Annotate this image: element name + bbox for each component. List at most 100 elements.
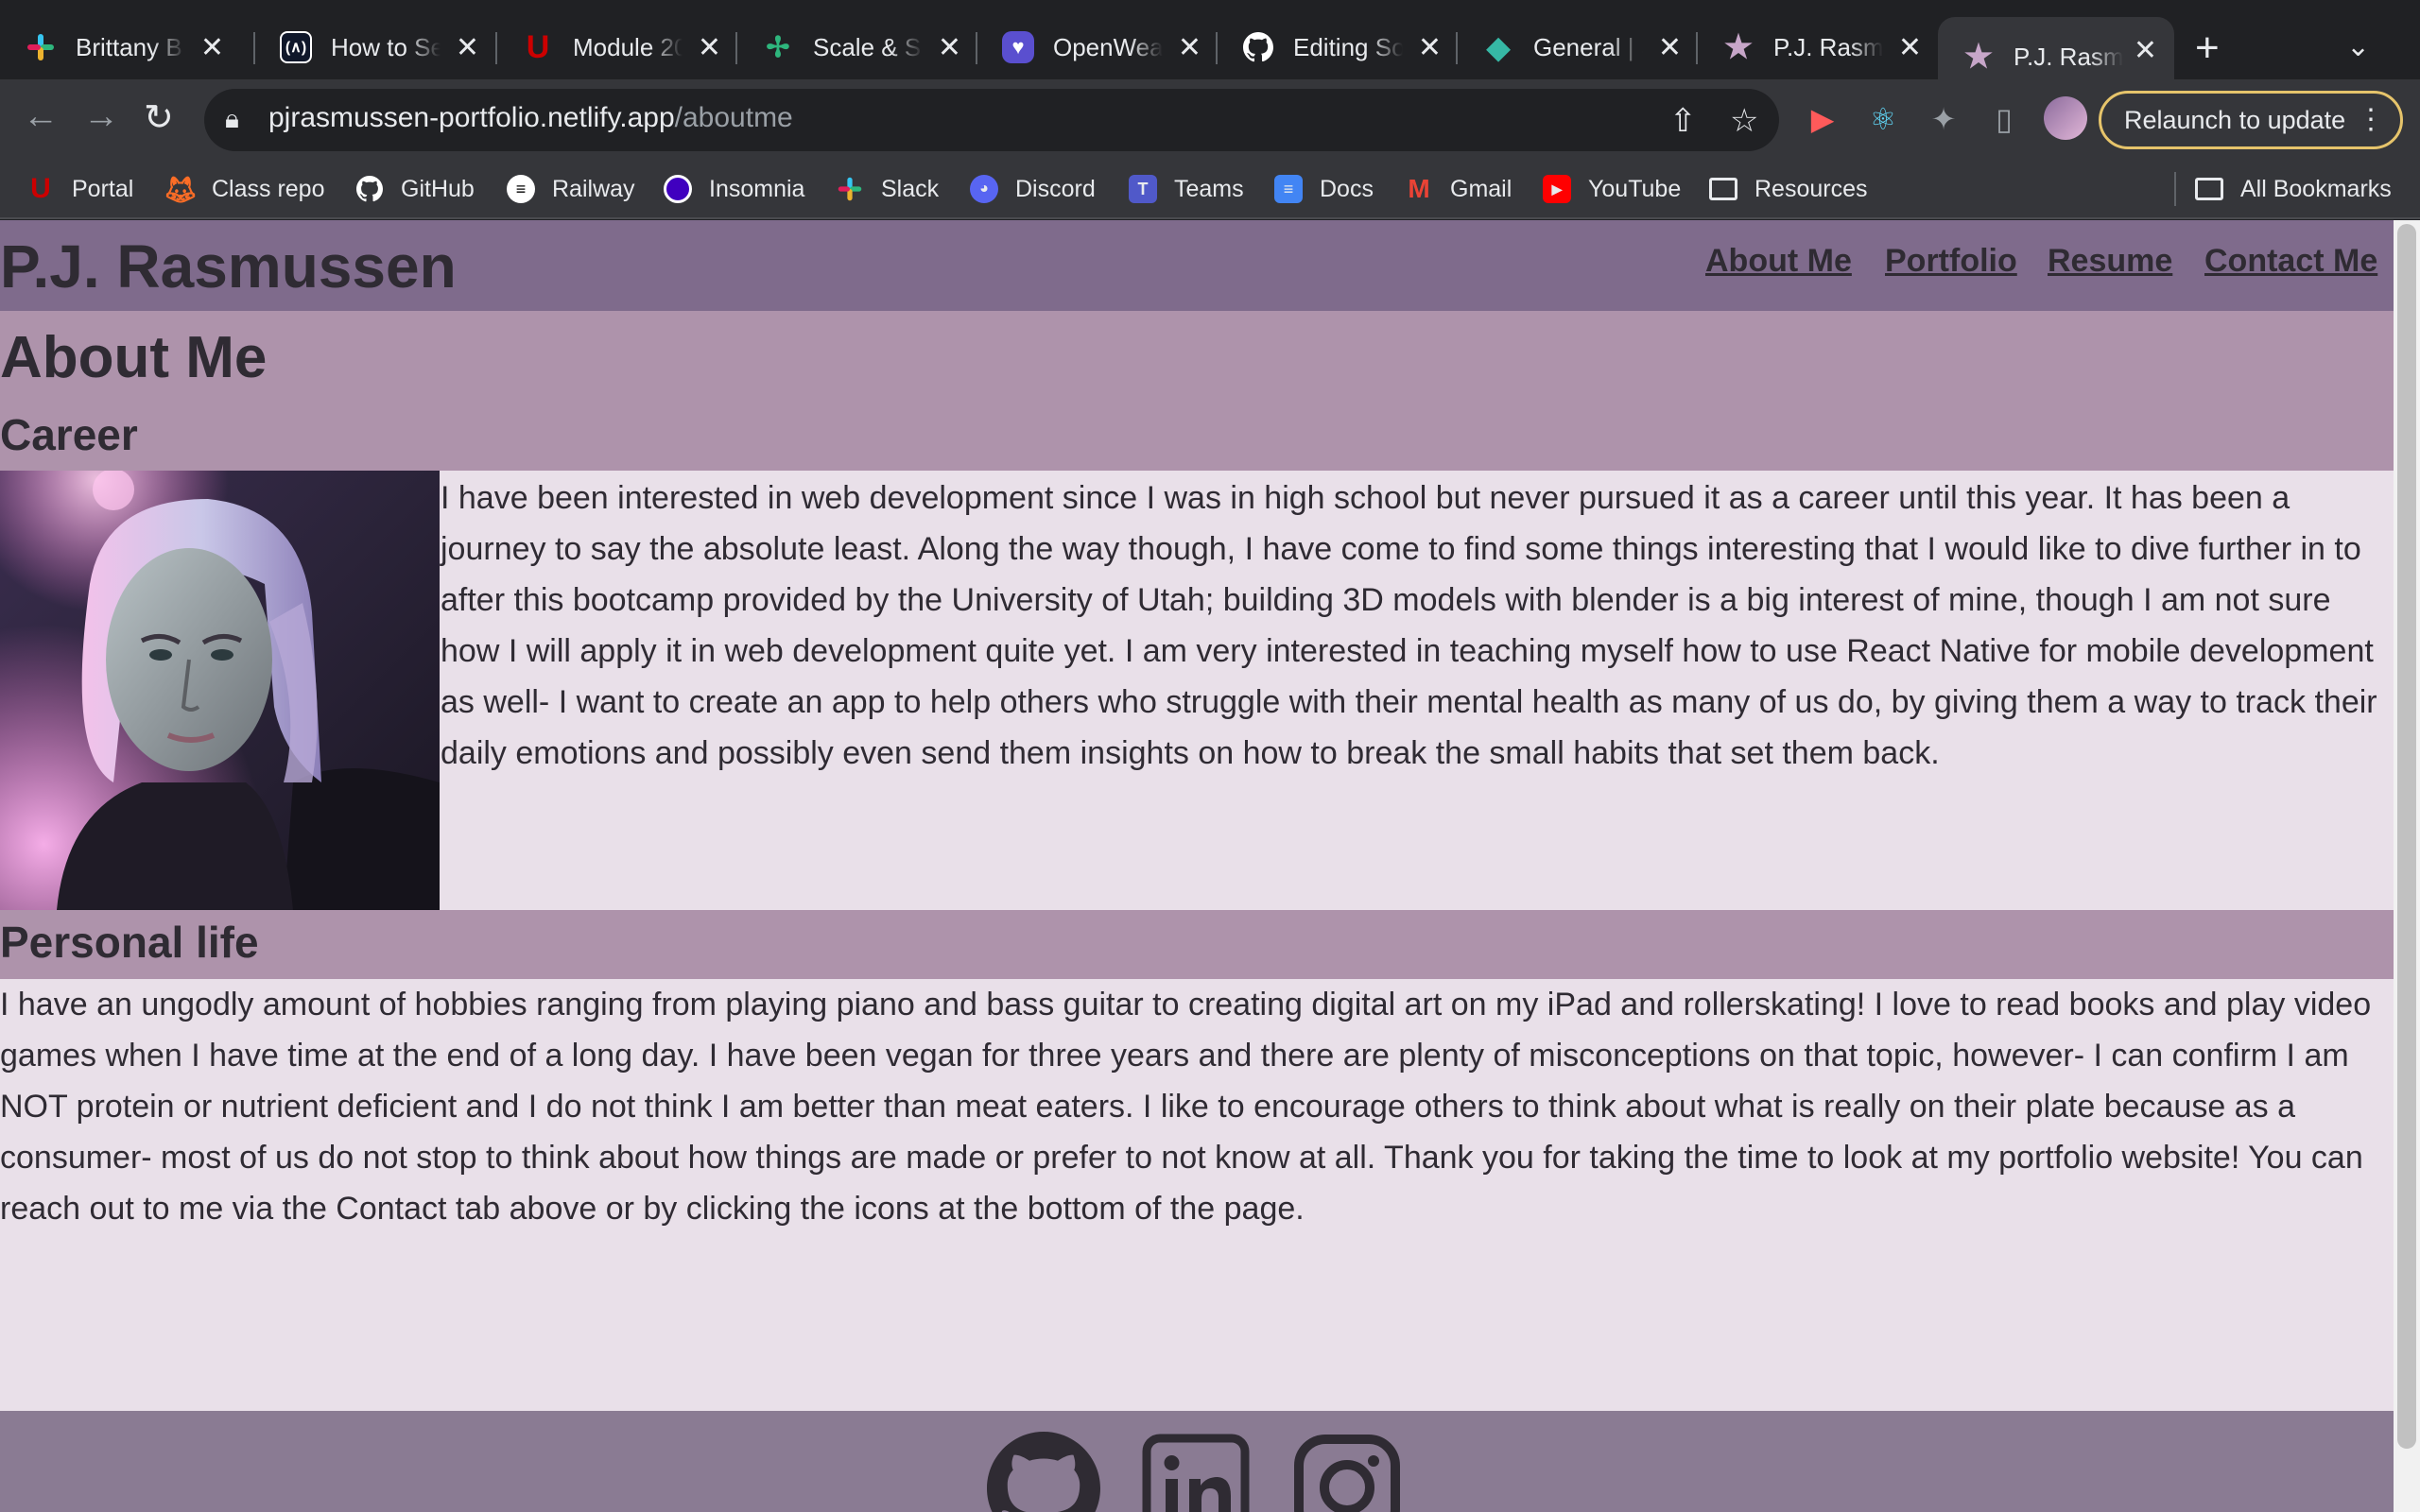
nav-about-me[interactable]: About Me [1705, 243, 1852, 280]
share-icon[interactable]: ⇧ [1669, 102, 1697, 140]
bookmark-youtube[interactable]: ▶ YouTube [1543, 170, 1681, 208]
url-host: pjrasmussen-portfolio.netlify.app [268, 102, 675, 133]
bookmark-insomnia[interactable]: Insomnia [664, 170, 804, 208]
nav-resume[interactable]: Resume [2048, 243, 2172, 280]
docs-icon: ≡ [1274, 175, 1303, 203]
bookmark-star-icon[interactable]: ☆ [1730, 102, 1758, 140]
url-path: /aboutme [674, 102, 793, 133]
url-text[interactable]: pjrasmussen-portfolio.netlify.app/aboutm… [268, 102, 793, 134]
close-icon[interactable]: ✕ [1178, 31, 1201, 64]
react-devtools-icon[interactable]: ⚛ [1864, 100, 1902, 138]
tab-5[interactable]: Editing So ✕ [1218, 17, 1459, 77]
personal-paragraph: I have an ungodly amount of hobbies rang… [0, 987, 2372, 1227]
tab-4[interactable]: ♥ OpenWeat ✕ [977, 17, 1219, 77]
bookmark-portal[interactable]: U Portal [26, 170, 133, 208]
devto-icon: (∧) [280, 31, 312, 63]
all-bookmarks[interactable]: All Bookmarks [2195, 170, 2392, 208]
bookmark-docs[interactable]: ≡ Docs [1274, 170, 1374, 208]
bookmark-github[interactable]: GitHub [355, 170, 475, 208]
forward-icon[interactable]: → [83, 96, 119, 137]
utah-icon: U [526, 28, 550, 65]
tab-6[interactable]: ◆ General | S ✕ [1458, 17, 1699, 77]
nav-portfolio[interactable]: Portfolio [1885, 243, 2017, 280]
close-icon[interactable]: ✕ [2134, 34, 2157, 67]
bookmark-resources[interactable]: Resources [1709, 170, 1868, 208]
instagram-icon[interactable] [1293, 1434, 1401, 1512]
star-icon: ★ [1963, 39, 1994, 75]
scale-icon: ✢ [766, 31, 790, 63]
tab-title: P.J. Rasm [1773, 32, 1883, 61]
close-icon[interactable]: ✕ [200, 31, 224, 64]
tab-0[interactable]: Brittany B ✕ [0, 17, 241, 77]
bookmark-railway[interactable]: ≡ Railway [507, 170, 635, 208]
bookmark-label: Portal [72, 175, 134, 202]
tab-7[interactable]: ★ P.J. Rasm ✕ [1698, 17, 1939, 77]
bookmark-gmail[interactable]: M Gmail [1405, 170, 1512, 208]
back-icon[interactable]: ← [23, 96, 59, 137]
slack-icon [25, 31, 57, 63]
youtube-icon: ▶ [1543, 175, 1571, 203]
bookmark-label: Railway [552, 175, 635, 202]
site-header: P.J. Rasmussen About Me Portfolio Resume… [0, 220, 2394, 311]
screen-recorder-icon[interactable]: ▶ [1804, 100, 1841, 138]
tab-2[interactable]: U Module 20 ✕ [497, 17, 738, 77]
site-footer [0, 1411, 2394, 1512]
tab-3[interactable]: ✢ Scale & Sh ✕ [737, 17, 978, 77]
extensions-puzzle-icon[interactable]: ✦ [1925, 100, 1962, 138]
bookmark-label: Gmail [1450, 175, 1512, 202]
discord-icon: ◕ [970, 175, 998, 203]
bookmark-class-repo[interactable]: 🦊︎ Class repo [164, 170, 325, 208]
folder-icon [2195, 178, 2223, 200]
tab-title: Module 20 [573, 32, 683, 61]
github-icon [355, 175, 384, 203]
teams-icon: T [1129, 175, 1157, 203]
github-icon[interactable] [987, 1432, 1100, 1512]
utah-icon: U [30, 173, 51, 204]
slack-icon [836, 175, 864, 203]
page-title: About Me [0, 325, 268, 390]
close-icon[interactable]: ✕ [1898, 31, 1922, 64]
bookmark-slack[interactable]: Slack [836, 170, 939, 208]
diamond-icon: ◆ [1486, 30, 1511, 64]
close-icon[interactable]: ✕ [456, 31, 479, 64]
career-heading: Career [0, 410, 138, 459]
more-vert-icon[interactable]: ⋮ [2357, 94, 2385, 146]
tab-title: Scale & Sh [813, 32, 923, 61]
tab-title: General | S [1533, 32, 1643, 61]
chevron-down-icon[interactable]: ⌄ [2346, 30, 2370, 63]
personal-section-band [0, 910, 2394, 979]
close-icon[interactable]: ✕ [938, 31, 961, 64]
linkedin-icon[interactable] [1142, 1434, 1250, 1512]
github-icon [1242, 31, 1274, 63]
reload-icon[interactable]: ↻ [144, 96, 174, 139]
gitlab-icon: 🦊︎ [164, 174, 198, 204]
bookmark-label: Teams [1174, 175, 1244, 202]
bookmark-label: Resources [1754, 175, 1868, 202]
tab-1[interactable]: (∧) How to Se ✕ [255, 17, 496, 77]
close-icon[interactable]: ✕ [698, 31, 721, 64]
nav-contact-me[interactable]: Contact Me [2204, 243, 2377, 280]
close-icon[interactable]: ✕ [1418, 31, 1442, 64]
bookmark-teams[interactable]: T Teams [1129, 170, 1244, 208]
close-icon[interactable]: ✕ [1658, 31, 1682, 64]
star-icon: ★ [1723, 29, 1754, 65]
bookmark-label: Discord [1015, 175, 1096, 202]
relaunch-label: Relaunch to update [2124, 106, 2346, 134]
bookmark-discord[interactable]: ◕ Discord [970, 170, 1096, 208]
tab-title: P.J. Rasm [2014, 42, 2123, 71]
profile-avatar[interactable] [2044, 96, 2087, 140]
railway-icon: ≡ [507, 175, 535, 203]
career-paragraph: I have been interested in web developmen… [441, 480, 2377, 771]
tab-title: Brittany B [76, 32, 182, 61]
new-tab-icon[interactable]: + [2195, 25, 2220, 72]
bookmarks-divider [2174, 172, 2176, 206]
folder-icon [1709, 178, 1737, 200]
side-panel-icon[interactable]: ▯ [1985, 100, 2023, 138]
page-viewport: P.J. Rasmussen About Me Portfolio Resume… [0, 220, 2394, 1512]
bookmark-label: Class repo [212, 175, 325, 202]
insomnia-icon [664, 175, 692, 203]
personal-life-heading: Personal life [0, 918, 259, 967]
relaunch-button[interactable]: Relaunch to update ⋮ [2099, 91, 2403, 149]
scrollbar-thumb[interactable] [2397, 224, 2416, 1449]
lock-icon[interactable]: 🔒︎ [225, 104, 239, 135]
